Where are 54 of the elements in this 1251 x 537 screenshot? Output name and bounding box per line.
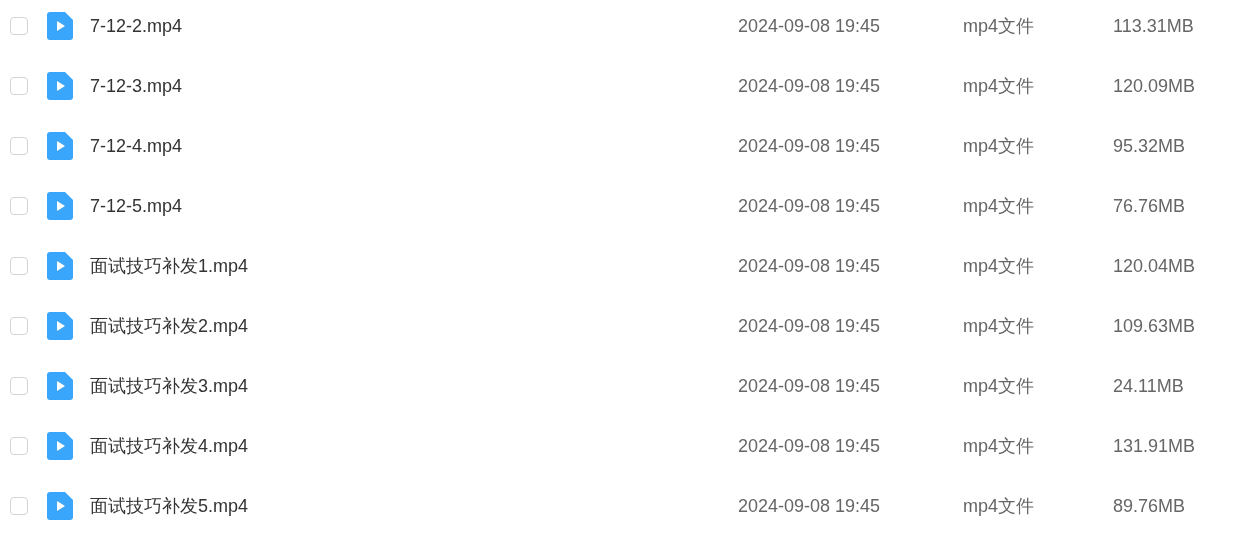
file-name[interactable]: 7-12-2.mp4 [90, 15, 738, 37]
modified-time: 2024-09-08 19:45 [738, 375, 882, 397]
file-size: 24.11MB [1113, 375, 1185, 397]
file-name[interactable]: 面试技巧补发4.mp4 [90, 434, 738, 458]
file-type: mp4文件 [963, 195, 1035, 218]
file-type: mp4文件 [963, 435, 1035, 458]
file-name[interactable]: 面试技巧补发3.mp4 [90, 374, 738, 398]
file-name[interactable]: 面试技巧补发5.mp4 [90, 494, 738, 518]
file-size: 109.63MB [1113, 315, 1197, 337]
modified-time: 2024-09-08 19:45 [738, 195, 882, 217]
modified-time: 2024-09-08 19:45 [738, 255, 882, 277]
checkbox[interactable] [10, 497, 28, 515]
checkbox[interactable] [10, 137, 28, 155]
file-size: 95.32MB [1113, 135, 1187, 157]
video-file-icon [47, 252, 73, 280]
file-size: 76.76MB [1113, 195, 1187, 217]
file-type: mp4文件 [963, 495, 1035, 518]
modified-time: 2024-09-08 19:45 [738, 135, 882, 157]
file-size: 113.31MB [1113, 15, 1195, 37]
file-size: 120.04MB [1113, 255, 1197, 277]
video-file-icon [47, 192, 73, 220]
checkbox[interactable] [10, 17, 28, 35]
modified-time: 2024-09-08 19:45 [738, 435, 882, 457]
file-type: mp4文件 [963, 135, 1035, 158]
checkbox[interactable] [10, 197, 28, 215]
file-name[interactable]: 7-12-5.mp4 [90, 195, 738, 217]
file-type: mp4文件 [963, 15, 1035, 38]
file-size: 89.76MB [1113, 495, 1187, 517]
file-name[interactable]: 7-12-3.mp4 [90, 75, 738, 97]
file-type: mp4文件 [963, 315, 1035, 338]
checkbox[interactable] [10, 437, 28, 455]
video-file-icon [47, 492, 73, 520]
modified-time: 2024-09-08 19:45 [738, 15, 882, 37]
file-type: mp4文件 [963, 75, 1035, 98]
video-file-icon [47, 12, 73, 40]
video-file-icon [47, 372, 73, 400]
video-file-icon [47, 132, 73, 160]
checkbox[interactable] [10, 377, 28, 395]
video-file-icon [47, 312, 73, 340]
modified-time: 2024-09-08 19:45 [738, 75, 882, 97]
video-file-icon [47, 432, 73, 460]
file-type: mp4文件 [963, 375, 1035, 398]
modified-time: 2024-09-08 19:45 [738, 495, 882, 517]
file-name[interactable]: 面试技巧补发2.mp4 [90, 314, 738, 338]
file-size: 131.91MB [1113, 435, 1197, 457]
checkbox[interactable] [10, 317, 28, 335]
file-size: 120.09MB [1113, 75, 1197, 97]
file-type: mp4文件 [963, 255, 1035, 278]
video-file-icon [47, 72, 73, 100]
checkbox[interactable] [10, 77, 28, 95]
checkbox[interactable] [10, 257, 28, 275]
file-name[interactable]: 7-12-4.mp4 [90, 135, 738, 157]
modified-time: 2024-09-08 19:45 [738, 315, 882, 337]
file-name[interactable]: 面试技巧补发1.mp4 [90, 254, 738, 278]
